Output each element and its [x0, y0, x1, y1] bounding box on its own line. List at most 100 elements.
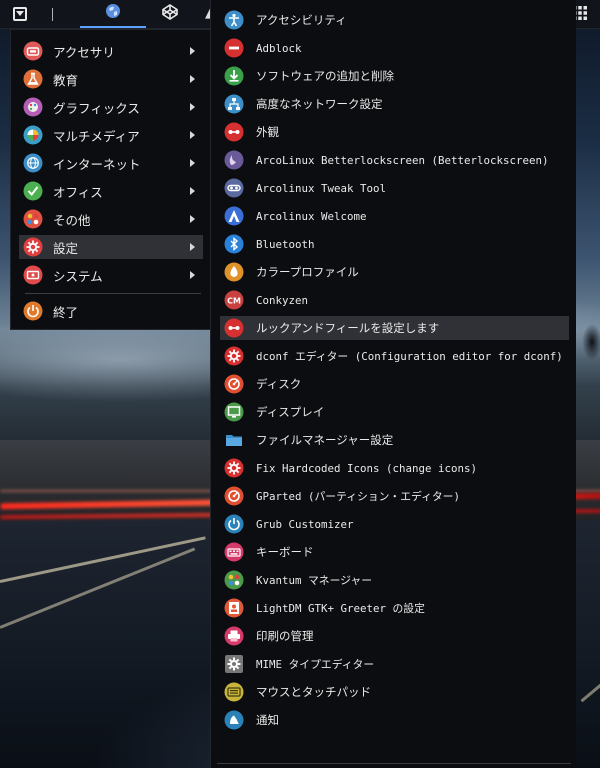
settings-app-item[interactable]: ソフトウェアの追加と削除	[220, 64, 569, 88]
accessibility-icon	[224, 10, 244, 30]
app-label: Fix Hardcoded Icons (change icons)	[256, 461, 478, 475]
settings-app-item[interactable]: MIME タイプエディター	[220, 652, 569, 676]
settings-app-item[interactable]: Grub Customizer	[220, 512, 569, 536]
conkyzen-icon: CM	[224, 290, 244, 310]
category-item[interactable]: その他	[19, 207, 203, 231]
keyboard-icon	[224, 542, 244, 562]
submenu-arrow-icon	[190, 271, 195, 279]
category-item[interactable]: アクセサリ	[19, 39, 203, 63]
settings-app-item[interactable]: LightDM GTK+ Greeter の設定	[220, 596, 569, 620]
submenu-arrow-icon	[190, 47, 195, 55]
settings-app-item[interactable]: CM Conkyzen	[220, 288, 569, 312]
menu-icon	[13, 7, 27, 21]
system-icon	[23, 265, 43, 285]
accessories-icon	[23, 41, 43, 61]
settings-app-item[interactable]: Adblock	[220, 36, 569, 60]
category-label: グラフィックス	[53, 100, 140, 116]
category-item[interactable]: 教育	[19, 67, 203, 91]
category-item[interactable]: グラフィックス	[19, 95, 203, 119]
app-label: Kvantum マネージャー	[256, 574, 373, 587]
globe-icon	[105, 3, 121, 23]
settings-app-item[interactable]: ディスプレイ	[220, 400, 569, 424]
app-label: カラープロファイル	[256, 265, 359, 279]
category-item[interactable]: マルチメディア	[19, 123, 203, 147]
category-item[interactable]: 設定	[19, 235, 203, 259]
office-icon	[23, 181, 43, 201]
mime-icon	[224, 654, 244, 674]
app-label: dconf エディター (Configuration editor for dc…	[256, 350, 563, 363]
app-label: ファイルマネージャー設定	[256, 433, 394, 447]
network-icon	[224, 94, 244, 114]
submenu-arrow-icon	[190, 187, 195, 195]
lockscreen-icon	[224, 150, 244, 170]
multimedia-icon	[23, 125, 43, 145]
app-label: キーボード	[256, 545, 314, 559]
settings-app-item[interactable]: Arcolinux Welcome	[220, 204, 569, 228]
category-item[interactable]: インターネット	[19, 151, 203, 175]
logout-button[interactable]: 終了	[19, 299, 203, 323]
settings-app-item[interactable]: Bluetooth	[220, 232, 569, 256]
category-label: オフィス	[53, 184, 103, 200]
internet-icon	[23, 153, 43, 173]
settings-app-item[interactable]: 高度なネットワーク設定	[220, 92, 569, 116]
app-label: LightDM GTK+ Greeter の設定	[256, 602, 425, 615]
app-label: Conkyzen	[256, 293, 309, 307]
codepen-icon	[161, 3, 179, 25]
submenu-arrow-icon	[190, 215, 195, 223]
menu-divider	[25, 293, 201, 294]
bluetooth-icon	[224, 234, 244, 254]
app-label: 印刷の管理	[256, 629, 314, 643]
submenu-arrow-icon	[190, 159, 195, 167]
settings-app-item[interactable]: GParted (パーティション・エディター)	[220, 484, 569, 508]
category-item[interactable]: オフィス	[19, 179, 203, 203]
disk-icon	[224, 374, 244, 394]
other-icon	[23, 209, 43, 229]
submenu-arrow-icon	[190, 243, 195, 251]
settings-app-item[interactable]: Kvantum マネージャー	[220, 568, 569, 592]
graphics-icon	[23, 97, 43, 117]
submenu-arrow-icon	[190, 75, 195, 83]
settings-app-item[interactable]: カラープロファイル	[220, 260, 569, 284]
settings-app-item[interactable]: キーボード	[220, 540, 569, 564]
category-label: アクセサリ	[53, 44, 115, 60]
settings-app-item[interactable]: ファイルマネージャー設定	[220, 428, 569, 452]
app-label: Bluetooth	[256, 237, 315, 251]
app-label: 通知	[256, 713, 279, 727]
settings-app-item[interactable]: マウスとタッチパッド	[220, 680, 569, 704]
settings-app-item[interactable]: 印刷の管理	[220, 624, 569, 648]
app-label: 外観	[256, 125, 279, 139]
settings-app-item[interactable]: Fix Hardcoded Icons (change icons)	[220, 456, 569, 480]
settings-app-item[interactable]: ArcoLinux Betterlockscreen (Betterlocksc…	[220, 148, 569, 172]
settings-app-item[interactable]: 外観	[220, 120, 569, 144]
mouse-icon	[224, 682, 244, 702]
settings-app-item[interactable]: Arcolinux Tweak Tool	[220, 176, 569, 200]
submenu-arrow-icon	[190, 131, 195, 139]
app-label: ディスク	[256, 377, 302, 391]
logout-icon	[23, 301, 43, 321]
app-label: Arcolinux Welcome	[256, 209, 367, 223]
color-profile-icon	[224, 262, 244, 282]
category-label: システム	[53, 268, 103, 284]
codepen-launcher[interactable]	[154, 0, 186, 28]
app-label: Grub Customizer	[256, 517, 354, 531]
svg-text:CM: CM	[227, 297, 241, 306]
settings-app-item[interactable]: アクセシビリティ	[220, 8, 569, 32]
kvantum-icon	[224, 570, 244, 590]
printer-icon	[224, 626, 244, 646]
settings-app-item[interactable]: ディスク	[220, 372, 569, 396]
app-label: 高度なネットワーク設定	[256, 97, 383, 111]
settings-icon	[23, 237, 43, 257]
settings-app-item[interactable]: ルックアンドフィールを設定します	[220, 316, 569, 340]
category-item[interactable]: システム	[19, 263, 203, 287]
look-and-feel-icon	[224, 318, 244, 338]
education-icon	[23, 69, 43, 89]
settings-app-item[interactable]: dconf エディター (Configuration editor for dc…	[220, 344, 569, 368]
menu-button[interactable]	[10, 0, 30, 28]
app-label: ディスプレイ	[256, 405, 325, 419]
gparted-icon	[224, 486, 244, 506]
settings-app-item[interactable]: 通知	[220, 708, 569, 732]
browser-launcher[interactable]	[80, 0, 146, 28]
category-label: 設定	[53, 240, 79, 256]
grub-icon	[224, 514, 244, 534]
category-label: マルチメディア	[53, 128, 140, 144]
